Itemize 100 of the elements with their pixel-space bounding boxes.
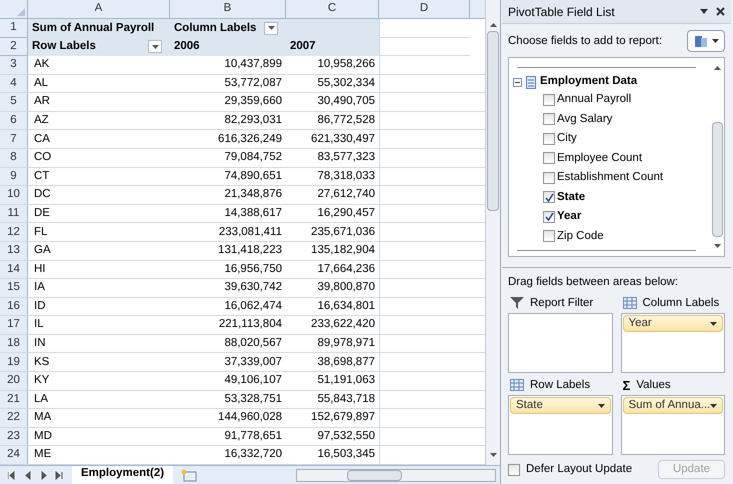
row-header[interactable]: 6 bbox=[0, 112, 28, 130]
table-cell-text: 621,330,497 bbox=[311, 132, 375, 147]
column-header[interactable]: A bbox=[28, 0, 170, 18]
column-header[interactable]: D bbox=[379, 0, 470, 18]
caret-icon bbox=[152, 44, 158, 49]
collapse-icon[interactable] bbox=[513, 78, 522, 86]
row-header[interactable]: 1 bbox=[0, 18, 28, 38]
table-cell-text: 88,020,567 bbox=[224, 336, 282, 351]
checkbox[interactable] bbox=[543, 113, 555, 126]
row-header[interactable]: 24 bbox=[0, 446, 28, 464]
scroll-thumb[interactable] bbox=[712, 122, 722, 237]
table-cell-text: 97,532,550 bbox=[317, 428, 375, 444]
field-item[interactable]: City bbox=[513, 129, 710, 148]
checkbox[interactable] bbox=[543, 230, 555, 242]
scroll-down-icon[interactable] bbox=[714, 244, 720, 248]
table-cell-text: 91,778,651 bbox=[224, 428, 282, 444]
sheet-navigation-icon[interactable] bbox=[8, 470, 64, 480]
table-cell-text: 10,437,899 bbox=[224, 57, 282, 72]
row-header[interactable]: 13 bbox=[0, 242, 28, 260]
row-header[interactable]: 2 bbox=[0, 38, 28, 56]
drop-area[interactable]: Year bbox=[620, 313, 725, 374]
column-header[interactable]: B bbox=[170, 0, 286, 18]
table-cell-text: IL bbox=[34, 317, 44, 332]
row-header[interactable]: 23 bbox=[0, 428, 28, 446]
table-cell-text: 221,113,804 bbox=[218, 317, 282, 332]
row-header[interactable]: 8 bbox=[0, 149, 28, 167]
scroll-up-icon[interactable] bbox=[714, 66, 720, 70]
field-item[interactable]: Zip Code bbox=[513, 226, 710, 246]
row-header[interactable]: 17 bbox=[0, 316, 28, 334]
vertical-scrollbar[interactable] bbox=[485, 0, 500, 465]
row-header[interactable]: 18 bbox=[0, 334, 28, 352]
table-cell-text: 16,290,457 bbox=[317, 206, 375, 221]
row-header[interactable]: 15 bbox=[0, 279, 28, 297]
close-icon[interactable] bbox=[716, 7, 725, 16]
column-header[interactable]: C bbox=[286, 0, 379, 18]
table-cell-text: 82,293,031 bbox=[224, 113, 282, 128]
table-cell-text: MD bbox=[34, 428, 52, 444]
table-cell-text: 16,332,720 bbox=[224, 447, 282, 462]
row-header[interactable]: 16 bbox=[0, 298, 28, 316]
scroll-down-icon[interactable] bbox=[490, 453, 497, 457]
sigma-icon: Σ bbox=[622, 378, 630, 392]
row-header[interactable]: 3 bbox=[0, 56, 28, 74]
checkbox[interactable] bbox=[543, 94, 555, 106]
checkbox[interactable] bbox=[543, 191, 555, 204]
table-cell-text: FL bbox=[34, 224, 48, 240]
table-cell-text: DC bbox=[34, 187, 51, 202]
scroll-thumb[interactable] bbox=[487, 31, 500, 211]
table-cell-text: 27,612,740 bbox=[317, 187, 375, 202]
table-cell-text: MA bbox=[34, 410, 52, 426]
table-cell-text: IN bbox=[34, 336, 46, 351]
table-cell-text: 21,348,876 bbox=[224, 187, 282, 202]
field-item[interactable]: State bbox=[513, 188, 710, 207]
checkbox[interactable] bbox=[543, 172, 555, 184]
field-button[interactable]: Sum of Annua... bbox=[622, 397, 723, 414]
field-button[interactable]: Year bbox=[622, 315, 723, 332]
caret-icon bbox=[598, 404, 604, 408]
row-header[interactable]: 19 bbox=[0, 353, 28, 371]
checkbox[interactable] bbox=[543, 152, 555, 164]
row-header[interactable]: 22 bbox=[0, 409, 28, 427]
row-header[interactable]: 5 bbox=[0, 93, 28, 111]
drop-area[interactable]: Sum of Annua... bbox=[620, 395, 725, 456]
field-item[interactable]: Employee Count bbox=[513, 148, 710, 168]
row-header[interactable]: 12 bbox=[0, 223, 28, 241]
row-header[interactable]: 21 bbox=[0, 390, 28, 408]
table-cell-text: 152,679,897 bbox=[311, 410, 375, 426]
row-header[interactable]: 20 bbox=[0, 372, 28, 390]
caret-icon bbox=[710, 322, 717, 326]
row-header[interactable]: 10 bbox=[0, 186, 28, 204]
cell-text: Row Labels bbox=[32, 39, 96, 54]
field-button[interactable]: State bbox=[510, 397, 610, 414]
row-header[interactable]: 14 bbox=[0, 260, 28, 278]
checkbox[interactable] bbox=[543, 210, 555, 223]
row-header[interactable]: 7 bbox=[0, 130, 28, 148]
field-item[interactable]: Year bbox=[513, 207, 710, 226]
table-cell-text: 233,622,420 bbox=[311, 317, 375, 332]
checkbox[interactable] bbox=[543, 132, 555, 145]
row-header[interactable]: 9 bbox=[0, 168, 28, 186]
checkbox[interactable] bbox=[508, 464, 520, 476]
dropdown-button[interactable] bbox=[148, 40, 162, 54]
row-header[interactable]: 11 bbox=[0, 204, 28, 222]
caret-icon[interactable] bbox=[700, 9, 708, 14]
field-item[interactable]: Annual Payroll bbox=[513, 90, 710, 110]
row-header[interactable]: 4 bbox=[0, 74, 28, 92]
table-icon bbox=[526, 76, 536, 88]
drop-area[interactable] bbox=[508, 313, 612, 374]
horizontal-scrollbar[interactable] bbox=[347, 470, 402, 480]
table-cell-text: 131,418,223 bbox=[218, 243, 282, 258]
dropdown-button[interactable] bbox=[264, 22, 278, 35]
scroll-up-icon[interactable] bbox=[490, 23, 497, 27]
table-cell-text: AZ bbox=[34, 113, 49, 128]
table-cell-text: 83,577,323 bbox=[317, 150, 375, 166]
field-item[interactable]: Establishment Count bbox=[513, 168, 710, 188]
layout-button[interactable] bbox=[687, 30, 725, 52]
drop-area[interactable]: State bbox=[508, 395, 612, 456]
sheet-tab[interactable]: Employment(2) bbox=[72, 466, 174, 484]
area-label: Values bbox=[636, 378, 671, 393]
new-sheet-icon[interactable] bbox=[181, 468, 198, 482]
field-item[interactable]: Avg Salary bbox=[513, 110, 710, 129]
panel-title: PivotTable Field List bbox=[508, 4, 615, 20]
table-cell-text: 616,326,249 bbox=[218, 132, 282, 147]
